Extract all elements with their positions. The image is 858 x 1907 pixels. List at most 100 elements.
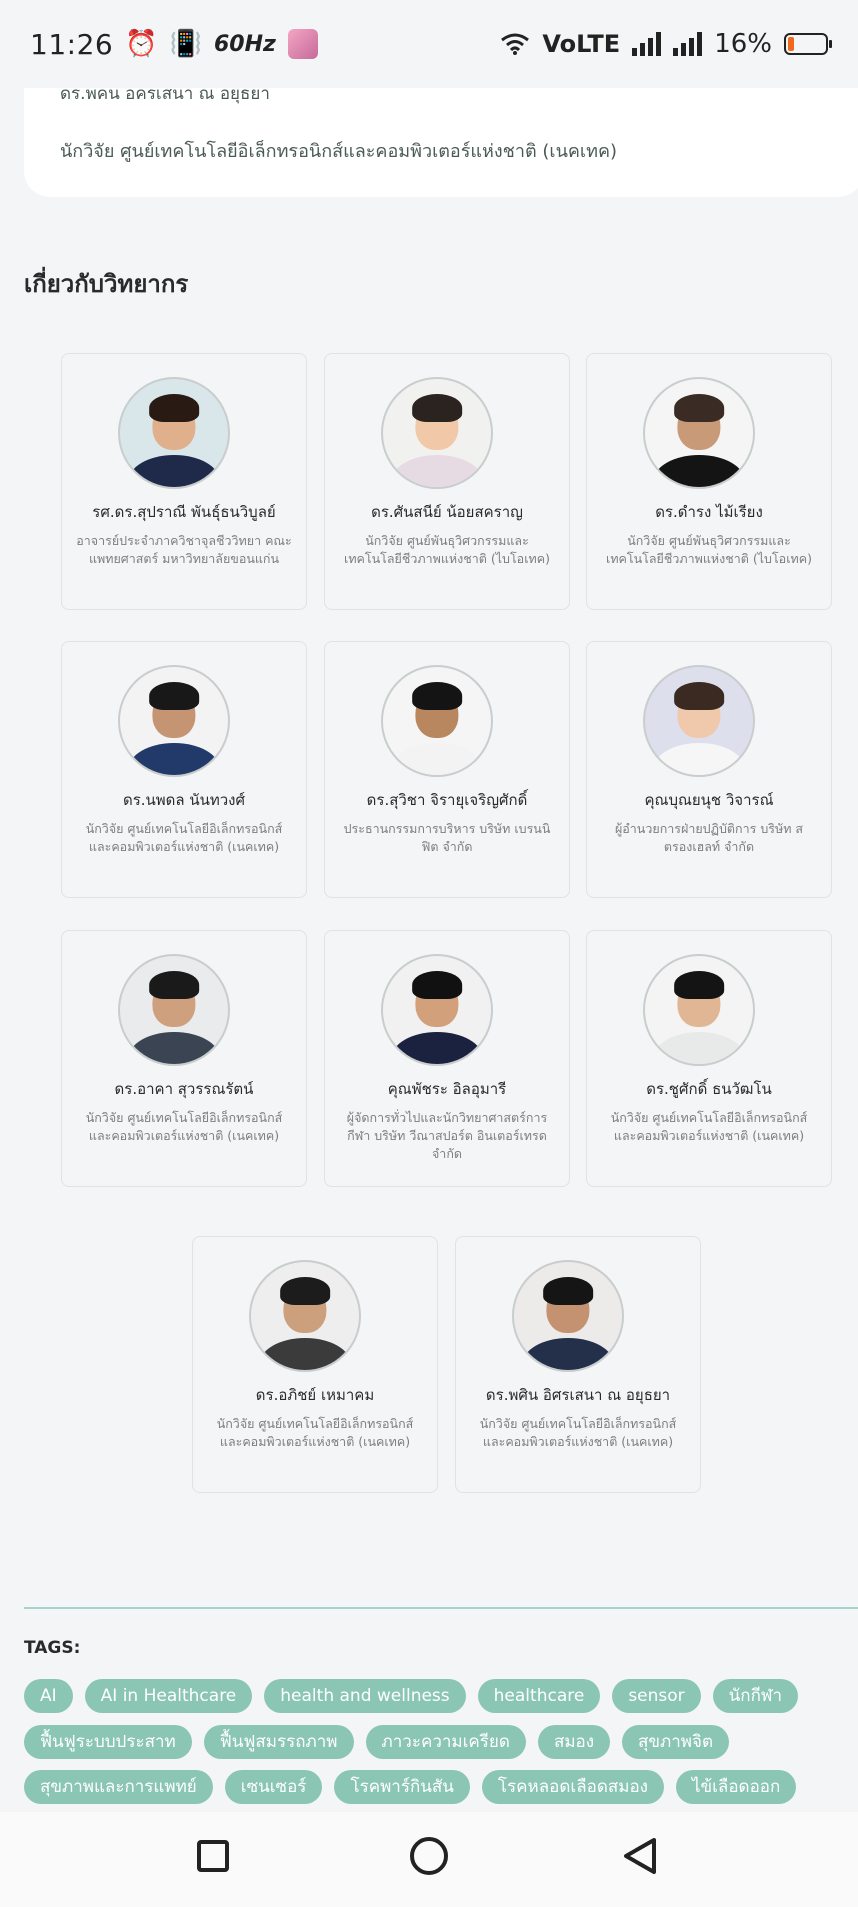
avatar-hair (412, 394, 462, 423)
speaker-name: คุณบุณยนุช วิจารณ์ (644, 791, 774, 809)
speaker-avatar (118, 954, 230, 1066)
speaker-avatar (512, 1260, 624, 1372)
speaker-avatar (381, 665, 493, 777)
tag-chip[interactable]: สุขภาพและการแพทย์ (24, 1770, 213, 1804)
speaker-card[interactable]: ดร.อาคา สุวรรณรัตน์นักวิจัย ศูนย์เทคโนโล… (61, 930, 307, 1187)
speaker-avatar (643, 377, 755, 489)
tag-chip[interactable]: AI in Healthcare (84, 1679, 253, 1713)
tags-label: TAGS: (24, 1638, 81, 1658)
avatar-body (653, 1031, 745, 1064)
avatar-body (522, 1337, 614, 1370)
avatar-body (653, 454, 745, 487)
battery-level (788, 37, 794, 51)
avatar-body (653, 742, 745, 775)
tag-chip[interactable]: health and wellness (264, 1679, 466, 1713)
speaker-name: ดร.ชูศักดิ์ ธนวัฒโน (646, 1080, 772, 1098)
recent-apps-button[interactable] (197, 1840, 229, 1872)
speaker-avatar (381, 377, 493, 489)
speaker-avatar (249, 1260, 361, 1372)
speaker-card[interactable]: ดร.ศันสนีย์ น้อยสคราญนักวิจัย ศูนย์พันธุ… (324, 353, 570, 610)
avatar-body (259, 1337, 351, 1370)
speaker-card[interactable]: คุณพัชระ อิลอุมารีผู้จัดการทั่วไปและนักว… (324, 930, 570, 1187)
tag-chip[interactable]: ไข้เลือดออก (675, 1770, 797, 1804)
refresh-rate: 60Hz (213, 31, 276, 57)
status-left: 11:26 ⏰ 📳 60Hz (30, 28, 318, 61)
organizer-affiliation: นักวิจัย ศูนย์เทคโนโลยีอิเล็กทรอนิกส์และ… (60, 141, 618, 162)
speaker-description: ผู้อำนวยการฝ่ายปฏิบัติการ บริษัท สตรองเฮ… (614, 821, 804, 854)
speaker-description: ผู้จัดการทั่วไปและนักวิทยาศาสตร์การกีฬา … (346, 1110, 548, 1161)
avatar-body (128, 1031, 220, 1064)
avatar-hair (149, 394, 199, 423)
speaker-avatar (118, 665, 230, 777)
avatar-hair (543, 1277, 593, 1306)
speaker-description: นักวิจัย ศูนย์เทคโนโลยีอิเล็กทรอนิกส์และ… (610, 1110, 808, 1143)
volte-indicator: VoLTE (542, 30, 621, 58)
tag-chip[interactable]: ฟื้นฟูระบบประสาท (24, 1725, 192, 1759)
avatar-hair (149, 971, 199, 1000)
speaker-name: ดร.สุวิชา จิรายุเจริญศักดิ์ (366, 791, 528, 809)
speaker-name: รศ.ดร.สุปราณี พันธุ์ธนวิบูลย์ (92, 503, 276, 521)
speaker-avatar (643, 954, 755, 1066)
speaker-description: นักวิจัย ศูนย์เทคโนโลยีอิเล็กทรอนิกส์และ… (85, 1110, 283, 1143)
alarm-icon: ⏰ (125, 29, 158, 59)
speaker-card[interactable]: รศ.ดร.สุปราณี พันธุ์ธนวิบูลย์อาจารย์ประจ… (61, 353, 307, 610)
home-button[interactable] (410, 1837, 448, 1875)
speaker-description: นักวิจัย ศูนย์พันธุวิศวกรรมและเทคโนโลยีช… (344, 533, 550, 566)
speaker-avatar (381, 954, 493, 1066)
tag-chip[interactable]: AI (24, 1679, 73, 1713)
speaker-name: ดร.อาคา สุวรรณรัตน์ (114, 1080, 254, 1098)
speaker-description: ประธานกรรมการบริหาร บริษัท เบรนนิฟิต จำก… (343, 821, 551, 854)
avatar-hair (674, 682, 724, 711)
avatar-body (128, 742, 220, 775)
tag-chip[interactable]: สมอง (537, 1725, 611, 1759)
signal-icon-2 (673, 32, 703, 56)
speaker-description: นักวิจัย ศูนย์เทคโนโลยีอิเล็กทรอนิกส์และ… (216, 1416, 414, 1449)
speaker-avatar (643, 665, 755, 777)
speaker-card[interactable]: คุณบุณยนุช วิจารณ์ผู้อำนวยการฝ่ายปฏิบัติ… (586, 641, 832, 898)
avatar-hair (674, 394, 724, 423)
speaker-name: คุณพัชระ อิลอุมารี (387, 1080, 507, 1098)
navigation-bar (0, 1812, 858, 1907)
speaker-avatar (118, 377, 230, 489)
speaker-card[interactable]: ดร.พศิน อิศรเสนา ณ อยุธยา นักวิจัย ศูนย์เ… (455, 1236, 701, 1493)
speakers-section-title: เกี่ยวกับวิทยากร (24, 270, 189, 298)
tag-chip[interactable]: healthcare (477, 1679, 601, 1713)
avatar-body (391, 742, 483, 775)
tag-chip[interactable]: ภาวะความเครียด (365, 1725, 526, 1759)
speaker-description: อาจารย์ประจำภาควิชาจุลชีววิทยา คณะแพทยศา… (76, 533, 292, 566)
tag-chip[interactable]: โรคหลอดเลือดสมอง (481, 1770, 664, 1804)
battery-icon (784, 33, 832, 55)
avatar-body (391, 1031, 483, 1064)
tag-chip[interactable]: เซนเซอร์ (224, 1770, 323, 1804)
avatar-hair (149, 682, 199, 711)
tags-divider (24, 1607, 858, 1609)
speaker-card[interactable]: ดร.ดำรง ไม้เรียง นักวิจัย ศูนย์พันธุวิศวก… (586, 353, 832, 610)
speaker-name: ดร.นพดล นันทวงศ์ (122, 791, 246, 809)
speaker-card[interactable]: ดร.อภิชย์ เหมาคมนักวิจัย ศูนย์เทคโนโลยีอ… (192, 1236, 438, 1493)
back-button[interactable] (620, 1836, 660, 1876)
signal-icon (632, 32, 662, 56)
avatar-body (128, 454, 220, 487)
tag-chip[interactable]: ฟื้นฟูสมรรถภาพ (203, 1725, 354, 1759)
avatar-hair (412, 971, 462, 1000)
avatar-hair (280, 1277, 330, 1306)
tag-chip[interactable]: sensor (612, 1679, 701, 1713)
speaker-card[interactable]: ดร.ชูศักดิ์ ธนวัฒโนนักวิจัย ศูนย์เทคโนโล… (586, 930, 832, 1187)
speaker-description: นักวิจัย ศูนย์พันธุวิศวกรรมและเทคโนโลยีช… (606, 533, 812, 566)
avatar-body (391, 454, 483, 487)
speaker-description: นักวิจัย ศูนย์เทคโนโลยีอิเล็กทรอนิกส์และ… (85, 821, 283, 854)
battery-percent: 16% (714, 29, 772, 59)
app-avatar-icon (287, 29, 318, 59)
status-time: 11:26 (30, 27, 114, 61)
tag-chip[interactable]: โรคพาร์กินสัน (334, 1770, 470, 1804)
speaker-card[interactable]: ดร.สุวิชา จิรายุเจริญศักดิ์ประธานกรรมการ… (324, 641, 570, 898)
speaker-card[interactable]: ดร.นพดล นันทวงศ์นักวิจัย ศูนย์เทคโนโลยีอ… (61, 641, 307, 898)
speaker-description: นักวิจัย ศูนย์เทคโนโลยีอิเล็กทรอนิกส์และ… (479, 1416, 677, 1449)
speaker-name: ดร.อภิชย์ เหมาคม (255, 1386, 375, 1404)
tag-chip[interactable]: นักกีฬา (712, 1679, 799, 1713)
avatar-hair (412, 682, 462, 711)
tag-chip[interactable]: สุขภาพจิต (622, 1725, 729, 1759)
status-bar: 11:26 ⏰ 📳 60Hz VoLTE 16% (0, 0, 858, 88)
speaker-name: ดร.ศันสนีย์ น้อยสคราญ (371, 503, 523, 521)
wifi-icon (501, 33, 530, 55)
